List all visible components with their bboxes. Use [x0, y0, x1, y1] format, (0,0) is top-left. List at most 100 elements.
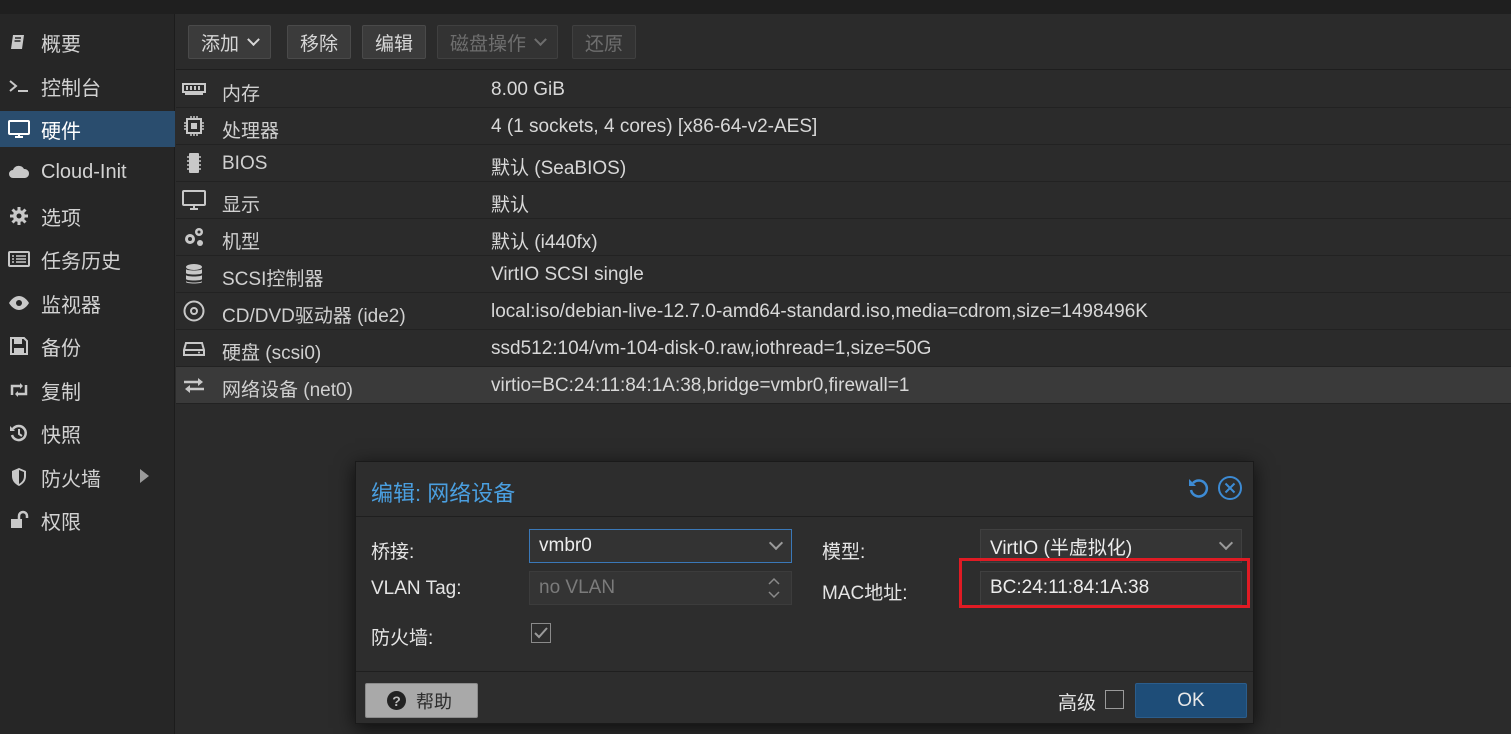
sidebar-item-label: 权限	[41, 511, 81, 534]
sidebar-item-label: 选项	[41, 207, 81, 230]
sidebar-item-snapshots[interactable]: 快照	[0, 415, 175, 451]
microchip-icon	[182, 152, 206, 174]
eye-icon	[8, 292, 30, 314]
row-value: VirtIO SCSI single	[491, 264, 644, 285]
sidebar-item-label: 任务历史	[41, 250, 121, 273]
table-row[interactable]: 内存 8.00 GiB	[176, 71, 1511, 108]
sidebar-item-summary[interactable]: 概要	[0, 24, 175, 60]
sidebar-item-backup[interactable]: 备份	[0, 328, 175, 364]
chevron-down-icon	[247, 32, 260, 46]
bridge-value: vmbr0	[539, 535, 592, 556]
vlan-tag-label: VLAN Tag:	[371, 578, 462, 599]
list-icon	[8, 248, 30, 270]
help-button[interactable]: ? 帮助	[365, 683, 478, 718]
sidebar-item-permissions[interactable]: 权限	[0, 502, 175, 538]
model-label: 模型:	[822, 542, 866, 563]
row-name: 内存	[222, 84, 261, 105]
revert-button-label: 还原	[585, 33, 624, 55]
highlight-box	[959, 558, 1250, 608]
chevron-down-icon[interactable]	[1218, 535, 1234, 551]
hdd-icon	[182, 337, 206, 359]
sidebar-item-console[interactable]: 控制台	[0, 68, 175, 104]
table-row[interactable]: 显示 默认	[176, 182, 1511, 219]
remove-button[interactable]: 移除	[287, 25, 352, 59]
table-row-selected[interactable]: 网络设备 (net0) virtio=BC:24:11:84:1A:38,bri…	[176, 367, 1511, 404]
row-value: 8.00 GiB	[491, 79, 565, 100]
row-value: ssd512:104/vm-104-disk-0.raw,iothread=1,…	[491, 338, 932, 359]
sidebar-item-label: 硬件	[41, 120, 81, 143]
disk-action-button[interactable]: 磁盘操作	[437, 25, 559, 59]
revert-button[interactable]: 还原	[572, 25, 637, 59]
edit-network-dialog: 编辑: 网络设备 桥接: vmbr0 VLAN Tag: no VLAN 防火墙…	[355, 461, 1254, 724]
sidebar-item-task-history[interactable]: 任务历史	[0, 241, 175, 277]
shield-icon	[8, 466, 30, 488]
table-row[interactable]: CD/DVD驱动器 (ide2) local:iso/debian-live-1…	[176, 293, 1511, 330]
vlan-tag-input[interactable]: no VLAN	[529, 571, 792, 605]
sidebar-item-label: 防火墙	[41, 468, 101, 491]
row-value: 默认	[491, 195, 530, 216]
row-name: 显示	[222, 195, 261, 216]
row-value: virtio=BC:24:11:84:1A:38,bridge=vmbr0,fi…	[491, 375, 910, 396]
dialog-title: 编辑: 网络设备	[371, 481, 516, 506]
sidebar-item-label: 快照	[41, 424, 81, 447]
spinner-icon[interactable]	[767, 575, 781, 601]
edit-button[interactable]: 编辑	[362, 25, 427, 59]
cdrom-icon	[182, 300, 206, 322]
row-value: 默认 (SeaBIOS)	[491, 158, 627, 179]
sidebar-item-label: Cloud-Init	[41, 160, 127, 183]
unlock-icon	[8, 509, 30, 531]
row-name: CD/DVD驱动器 (ide2)	[222, 306, 406, 327]
bridge-label: 桥接:	[371, 542, 415, 563]
table-row[interactable]: 处理器 4 (1 sockets, 4 cores) [x86-64-v2-AE…	[176, 108, 1511, 145]
row-name: BIOS	[222, 153, 268, 174]
table-row[interactable]: SCSI控制器 VirtIO SCSI single	[176, 256, 1511, 293]
advanced-label: 高级	[1058, 693, 1097, 714]
exchange-icon	[182, 374, 206, 396]
firewall-label: 防火墙:	[371, 628, 434, 649]
ok-button[interactable]: OK	[1135, 683, 1247, 718]
gear-icon	[8, 205, 30, 227]
table-row[interactable]: BIOS 默认 (SeaBIOS)	[176, 145, 1511, 182]
table-row[interactable]: 机型 默认 (i440fx)	[176, 219, 1511, 256]
row-name: 硬盘 (scsi0)	[222, 343, 322, 364]
app-window: 概要 控制台 硬件 Cloud-Init 选项 任务历史 监视器 备份 复制 快…	[0, 0, 1511, 734]
chevron-down-icon[interactable]	[768, 535, 784, 551]
bridge-select[interactable]: vmbr0	[529, 529, 792, 563]
ok-button-label: OK	[1177, 689, 1205, 711]
row-name: 机型	[222, 232, 261, 253]
cloud-icon	[8, 161, 30, 183]
sidebar-item-monitor[interactable]: 监视器	[0, 285, 175, 321]
history-icon	[8, 422, 30, 444]
disk-action-label: 磁盘操作	[450, 33, 527, 55]
desktop-icon	[182, 189, 206, 211]
sidebar-item-options[interactable]: 选项	[0, 198, 175, 234]
dialog-footer: ? 帮助 高级 OK	[356, 671, 1253, 723]
close-icon[interactable]	[1217, 475, 1243, 501]
terminal-icon	[8, 75, 30, 97]
row-value: local:iso/debian-live-12.7.0-amd64-stand…	[491, 301, 1148, 322]
database-icon	[182, 263, 206, 285]
row-value: 默认 (i440fx)	[491, 232, 598, 253]
sidebar-item-cloud-init[interactable]: Cloud-Init	[0, 154, 175, 190]
sidebar-item-hardware[interactable]: 硬件	[0, 111, 175, 147]
cogs-icon	[182, 226, 206, 248]
advanced-checkbox[interactable]	[1105, 690, 1124, 709]
sidebar-item-label: 概要	[41, 33, 81, 56]
sidebar-item-firewall[interactable]: 防火墙	[0, 459, 175, 495]
sidebar: 概要 控制台 硬件 Cloud-Init 选项 任务历史 监视器 备份 复制 快…	[0, 14, 175, 734]
remove-button-label: 移除	[300, 33, 339, 55]
firewall-checkbox[interactable]	[531, 623, 551, 643]
mac-address-label: MAC地址:	[822, 583, 908, 604]
reset-icon[interactable]	[1187, 476, 1211, 500]
sidebar-item-replication[interactable]: 复制	[0, 372, 175, 408]
submenu-arrow-icon[interactable]	[140, 469, 149, 483]
sidebar-item-label: 备份	[41, 337, 81, 360]
row-value: 4 (1 sockets, 4 cores) [x86-64-v2-AES]	[491, 116, 818, 137]
edit-button-label: 编辑	[375, 33, 414, 55]
sidebar-item-label: 控制台	[41, 77, 101, 100]
row-name: 网络设备 (net0)	[222, 380, 353, 401]
top-bar	[0, 0, 1511, 14]
table-row[interactable]: 硬盘 (scsi0) ssd512:104/vm-104-disk-0.raw,…	[176, 330, 1511, 367]
add-button-label: 添加	[201, 33, 240, 55]
add-button[interactable]: 添加	[188, 25, 272, 59]
